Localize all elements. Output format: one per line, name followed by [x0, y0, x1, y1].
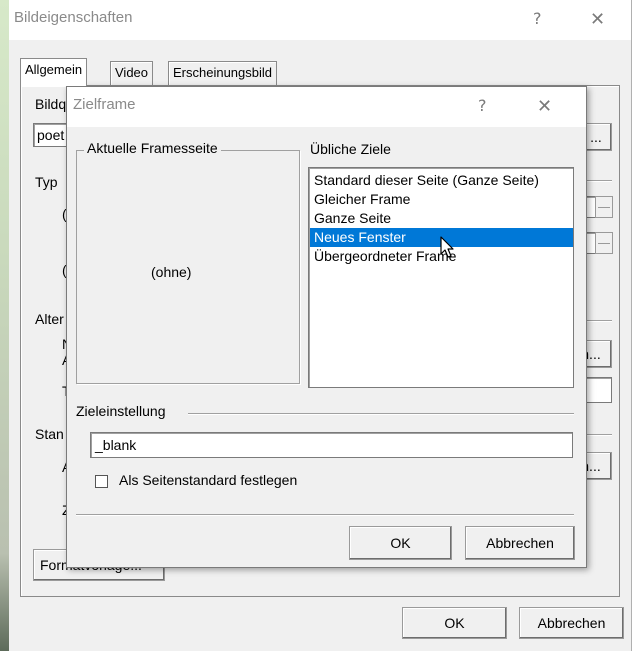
zielframe-title: Zielframe [73, 96, 136, 113]
browse-button-label: ... [590, 129, 602, 145]
zielframe-title-bar [67, 87, 586, 127]
spin-button-1[interactable] [595, 196, 613, 218]
bildquelle-input-value: poet [37, 127, 65, 143]
spin-button-2[interactable] [595, 232, 613, 254]
target-value-text: _blank [95, 437, 137, 453]
dialog-title: Bildeigenschaften [14, 9, 133, 26]
set-page-default-label[interactable]: Als Seitenstandard festlegen [119, 472, 297, 488]
cancel-button[interactable]: Abbrechen [519, 607, 624, 639]
zielframe-help-icon[interactable]: ? [478, 96, 487, 115]
zielframe-cancel-label: Abbrechen [486, 535, 554, 551]
cancel-button-label: Abbrechen [537, 615, 606, 631]
left-edge-strip [0, 0, 9, 651]
set-page-default-checkbox[interactable] [95, 475, 108, 488]
current-frame-group-label: Aktuelle Framesseite [84, 140, 221, 156]
standard-label: Stan [35, 426, 64, 442]
target-setting-label: Zieleinstellung [76, 403, 166, 419]
common-targets-label: Übliche Ziele [310, 141, 391, 157]
zielframe-ok-button[interactable]: OK [349, 526, 452, 560]
target-value-input[interactable]: _blank [90, 432, 573, 458]
tab-erscheinungsbild[interactable]: Erscheinungsbild [168, 61, 278, 85]
zielframe-ok-label: OK [390, 535, 411, 551]
ok-button-label: OK [444, 615, 465, 631]
tab-allgemein-label: Allgemein [25, 62, 83, 77]
zielframe-dialog: Zielframe ? ✕ Aktuelle Framesseite (ohne… [66, 86, 587, 568]
tab-allgemein[interactable]: Allgemein [20, 58, 88, 86]
target-setting-separator [188, 413, 574, 415]
tab-erscheinungsbild-label: Erscheinungsbild [173, 65, 273, 80]
target-item-whole-page[interactable]: Ganze Seite [310, 209, 573, 228]
targets-listbox[interactable]: Standard dieser Seite (Ganze Seite) Glei… [308, 167, 574, 388]
close-icon[interactable]: ✕ [590, 9, 605, 30]
ok-button[interactable]: OK [402, 607, 507, 639]
mouse-pointer-icon [440, 236, 454, 258]
alternative-label: Alter [35, 311, 64, 327]
zielframe-close-icon[interactable]: ✕ [537, 96, 552, 117]
target-item-same-frame[interactable]: Gleicher Frame [310, 190, 573, 209]
tab-video-label: Video [115, 65, 149, 80]
current-frame-value: (ohne) [151, 264, 192, 280]
bottom-separator [76, 514, 574, 516]
typ-label: Typ [35, 174, 58, 190]
zielframe-cancel-button[interactable]: Abbrechen [465, 526, 575, 560]
bildquelle-label: Bildq [35, 96, 67, 112]
tab-video[interactable]: Video [110, 61, 154, 85]
target-item-standard[interactable]: Standard dieser Seite (Ganze Seite) [310, 171, 573, 190]
help-icon[interactable]: ? [533, 9, 542, 28]
